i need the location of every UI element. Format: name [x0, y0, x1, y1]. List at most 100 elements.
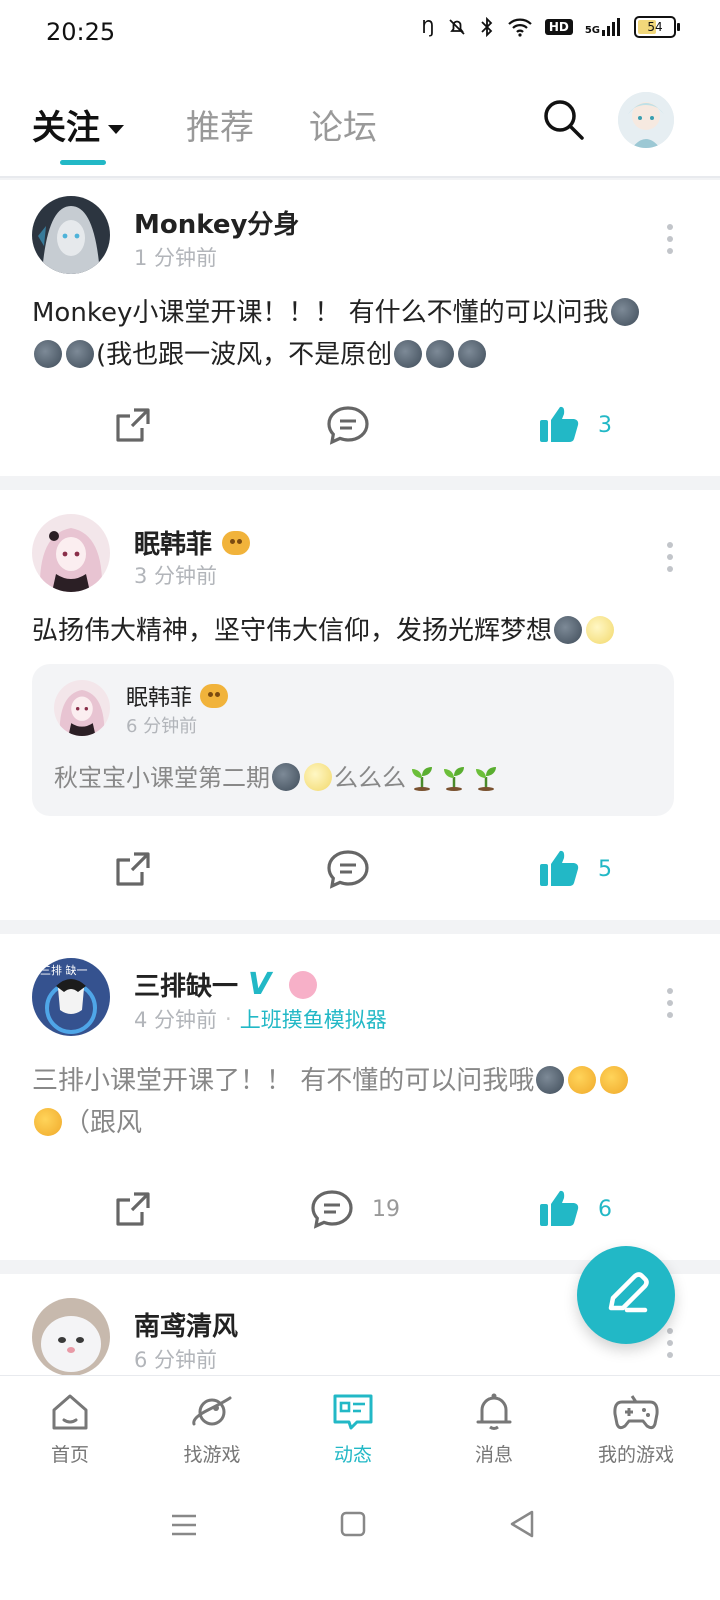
level-badge-icon [222, 530, 251, 555]
post-username: 三排缺一 [134, 972, 239, 1002]
quoted-post[interactable]: 眠韩菲 6 分钟前 秋宝宝小课堂第二期 么么么 [32, 664, 674, 816]
like-button[interactable]: 3 [538, 404, 612, 446]
post-text: 三排小课堂开课了！！ 有不懂的可以问我哦 （跟风 [32, 1060, 682, 1144]
comment-count: 19 [372, 1196, 400, 1222]
verified-icon: V [248, 967, 272, 1002]
post-text-line: （跟风 [64, 1108, 143, 1138]
thumbs-up-icon [540, 850, 579, 886]
system-nav-bar [0, 1483, 720, 1600]
post-time: 4 分钟前 [134, 1008, 218, 1032]
post-username-row[interactable]: 眠韩菲 [134, 524, 251, 561]
more-options-icon[interactable] [666, 988, 674, 1018]
game-link[interactable]: 上班摸鱼模拟器 [240, 1004, 387, 1034]
compose-button[interactable] [577, 1246, 675, 1344]
quote-text-line: 秋宝宝小课堂第二期 [54, 764, 270, 792]
avatar[interactable] [32, 1298, 110, 1375]
comment-icon [327, 406, 369, 445]
moon-emoji-icon [426, 340, 455, 368]
back-triangle-icon[interactable] [508, 1509, 536, 1539]
nav-find-games[interactable]: 找游戏 [162, 1390, 262, 1467]
post-text: 弘扬伟大精神，坚守伟大信仰，发扬光辉梦想 [32, 610, 682, 652]
kiss-emoji-icon [34, 1108, 62, 1136]
avatar[interactable]: 三排 缺一 [32, 958, 110, 1036]
nav-home-label: 首页 [50, 1444, 89, 1466]
user-avatar[interactable] [618, 92, 674, 148]
post-username[interactable]: Monkey分身 [134, 204, 299, 241]
nav-feed[interactable]: 动态 [303, 1390, 403, 1467]
post-card[interactable]: 三排 缺一 三排缺一 V 4 分钟前 · 上班摸鱼模拟器 三排小课堂开课了！！ … [0, 934, 720, 1260]
sun-emoji-icon [304, 763, 332, 791]
post-text-line: 弘扬伟大精神，坚守伟大信仰，发扬光辉梦想 [32, 616, 553, 646]
comment-button[interactable]: 19 [310, 1188, 400, 1230]
status-time: 20:25 [46, 18, 116, 46]
share-icon [116, 852, 150, 886]
seedling-emoji-icon [444, 767, 464, 791]
battery-icon: 54 [634, 16, 680, 38]
post-card[interactable]: Monkey分身 1 分钟前 Monkey小课堂开课！！！ 有什么不懂的可以问我… [0, 180, 720, 476]
home-square-icon[interactable] [340, 1511, 366, 1537]
moon-emoji-icon [394, 340, 423, 368]
more-options-icon[interactable] [666, 224, 674, 254]
quote-text: 秋宝宝小课堂第二期 么么么 [54, 758, 502, 793]
like-count: 5 [598, 856, 612, 882]
like-count: 6 [598, 1196, 612, 1222]
tab-recommend[interactable]: 推荐 [186, 100, 254, 149]
comment-button[interactable] [326, 848, 370, 890]
comment-button[interactable] [326, 404, 370, 446]
moon-emoji-icon [536, 1066, 565, 1094]
tab-follow[interactable]: 关注 [32, 100, 124, 149]
nfc-icon: Ŋ [421, 16, 435, 38]
post-username[interactable]: 南鸢清风 [134, 1306, 238, 1343]
home-icon [52, 1394, 88, 1430]
moon-emoji-icon [458, 340, 487, 368]
comment-icon [311, 1190, 353, 1229]
like-button[interactable]: 5 [538, 848, 612, 890]
separator-dot: · [225, 1007, 232, 1031]
thumbs-up-icon [540, 406, 579, 442]
seedling-emoji-icon [412, 767, 432, 791]
share-button[interactable] [112, 848, 154, 890]
pen-icon [608, 1272, 649, 1313]
moon-emoji-icon [34, 340, 62, 368]
nav-home[interactable]: 首页 [20, 1390, 120, 1467]
like-count: 3 [598, 412, 612, 438]
gamepad-icon [613, 1395, 659, 1430]
moon-emoji-icon [554, 616, 583, 644]
more-options-icon[interactable] [666, 542, 674, 572]
mute-bell-icon [449, 19, 465, 35]
search-icon[interactable] [540, 96, 586, 142]
nav-my-games[interactable]: 我的游戏 [586, 1390, 686, 1467]
tab-forum[interactable]: 论坛 [309, 100, 377, 149]
post-meta: 4 分钟前 · 上班摸鱼模拟器 [134, 1004, 387, 1034]
svg-text:三排 缺一: 三排 缺一 [40, 963, 88, 977]
nav-feed-label: 动态 [333, 1444, 372, 1466]
avatar[interactable] [32, 196, 110, 274]
share-icon [116, 1192, 150, 1226]
comment-icon [327, 850, 369, 889]
hd-badge: HD [544, 19, 573, 35]
bell-icon [476, 1393, 512, 1430]
post-username-row[interactable]: 三排缺一 V [134, 966, 318, 1003]
nav-messages-label: 消息 [474, 1444, 513, 1466]
avatar[interactable] [32, 514, 110, 592]
quote-time: 6 分钟前 [126, 716, 198, 737]
post-text-line: (我也跟一波风，不是原创 [96, 340, 393, 370]
post-card[interactable]: 眠韩菲 3 分钟前 弘扬伟大精神，坚守伟大信仰，发扬光辉梦想 眠韩菲 6 分钟前… [0, 490, 720, 920]
quote-avatar[interactable] [54, 680, 110, 736]
status-icons: Ŋ HD 5G 54 [421, 16, 680, 38]
bottom-nav: 首页 找游戏 动态 消息 我的游戏 [0, 1375, 720, 1484]
caret-down-icon [108, 125, 124, 134]
tab-follow-label: 关注 [32, 108, 100, 148]
feed-icon [333, 1394, 373, 1430]
top-nav: 关注 推荐 论坛 [0, 66, 720, 178]
share-button[interactable] [112, 404, 154, 446]
battery-level: 54 [647, 20, 663, 34]
post-time: 1 分钟前 [134, 246, 218, 270]
quote-username-row[interactable]: 眠韩菲 [126, 680, 229, 712]
nav-messages[interactable]: 消息 [444, 1390, 544, 1467]
like-button[interactable]: 6 [538, 1188, 612, 1230]
kiss-emoji-icon [600, 1066, 629, 1094]
menu-icon[interactable] [170, 1511, 198, 1539]
post-text: Monkey小课堂开课！！！ 有什么不懂的可以问我 (我也跟一波风，不是原创 [32, 292, 682, 376]
share-button[interactable] [112, 1188, 154, 1230]
